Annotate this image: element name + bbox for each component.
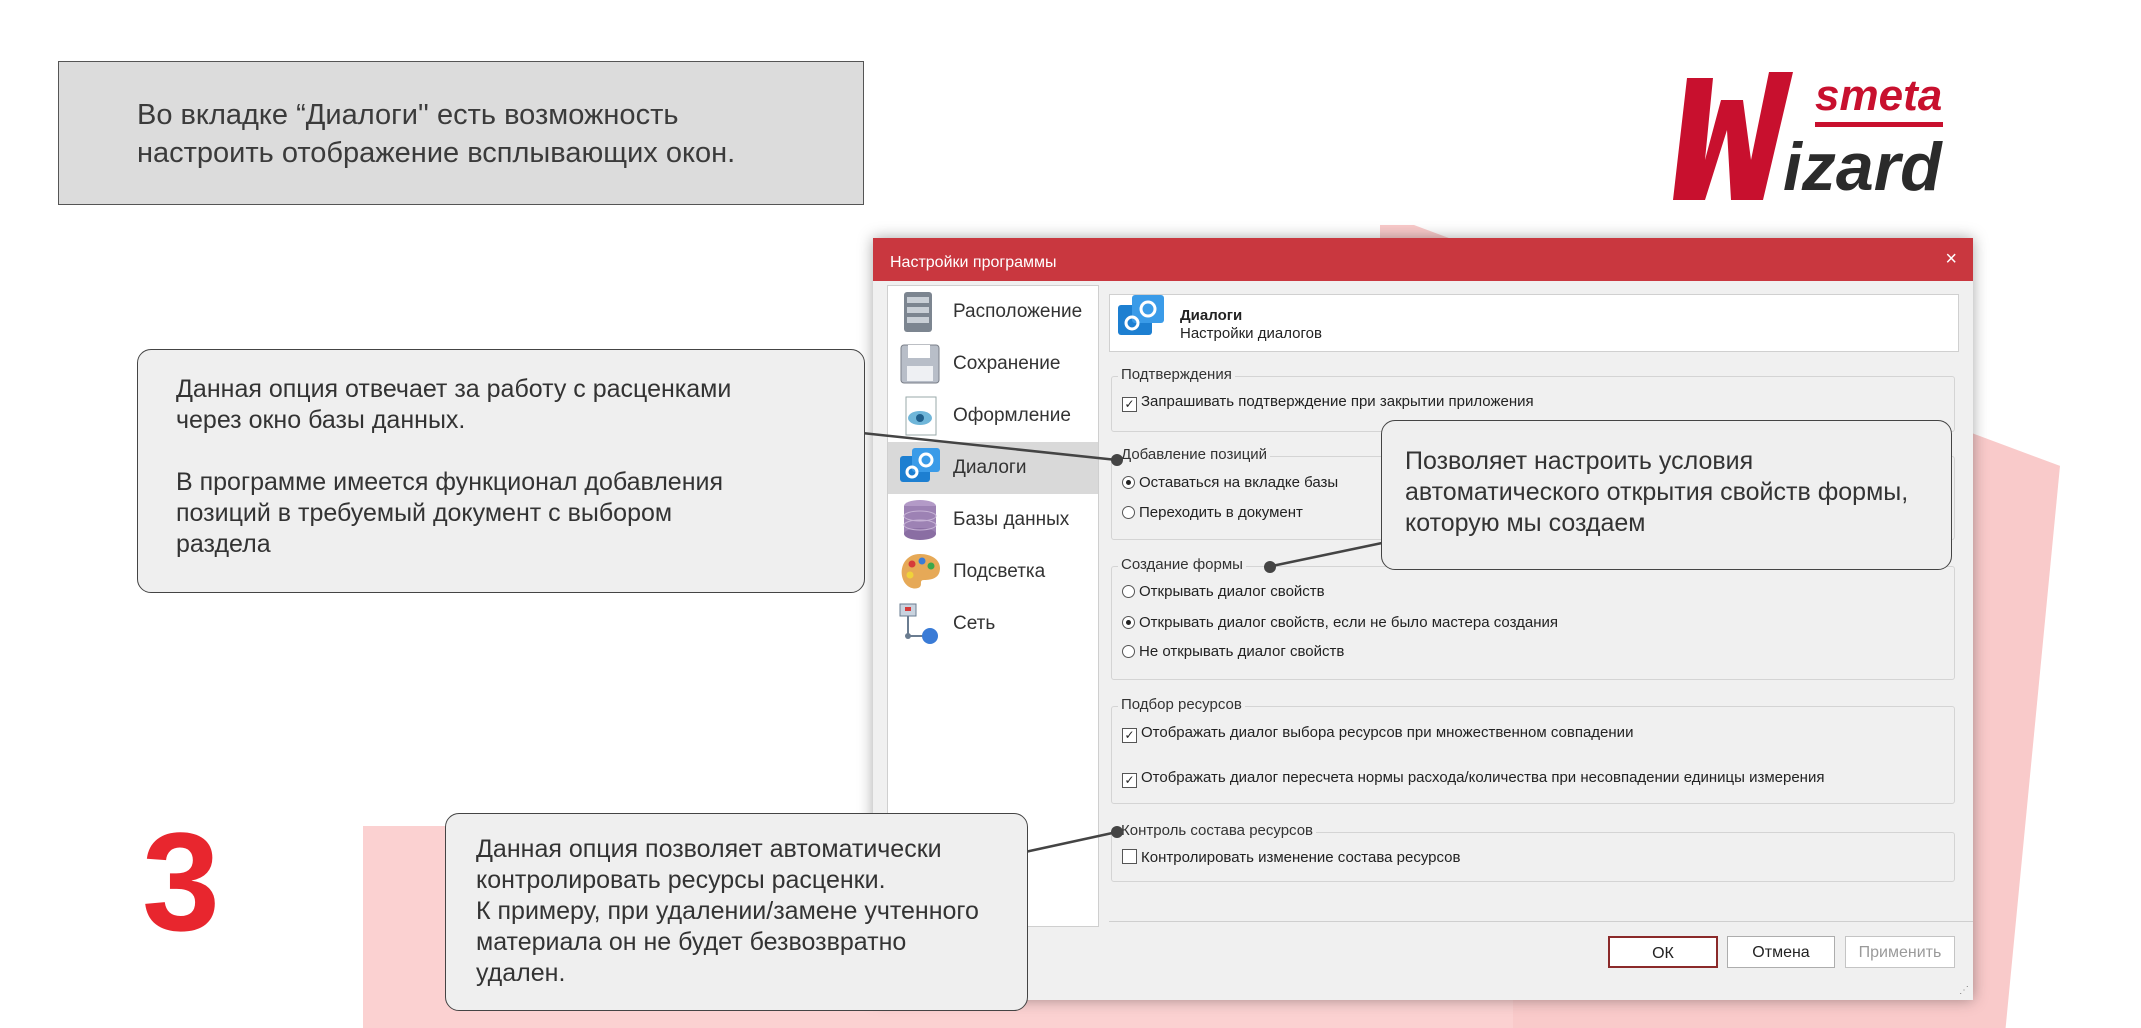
callout-text: контролировать ресурсы расценки. — [476, 866, 886, 894]
callout-text: которую мы создаем — [1405, 509, 1646, 537]
callout-text: позиций в требуемый документ с выбором — [176, 499, 673, 527]
callout-text: материала он не будет безвозвратно — [476, 928, 907, 956]
callout-text: раздела — [176, 530, 271, 558]
callout-text: удален. — [476, 959, 566, 987]
callout-text: Данная опция позволяет автоматически — [476, 835, 942, 863]
callout-text: К примеру, при удалении/замене учтенного — [476, 897, 979, 925]
callout-text: Данная опция отвечает за работу с расцен… — [176, 375, 732, 403]
callout-text: через окно базы данных. — [176, 406, 466, 434]
callout-text: автоматического открытия свойств формы, — [1405, 478, 1909, 506]
callout-add-positions: Данная опция отвечает за работу с расцен… — [137, 349, 865, 593]
callout-text: В программе имеется функционал добавлени… — [176, 468, 724, 496]
callout-text: Позволяет настроить условия — [1405, 447, 1754, 475]
callout-form-creation: Позволяет настроить условия автоматическ… — [1381, 420, 1952, 570]
callout-resource-control: Данная опция позволяет автоматически кон… — [445, 813, 1028, 1011]
